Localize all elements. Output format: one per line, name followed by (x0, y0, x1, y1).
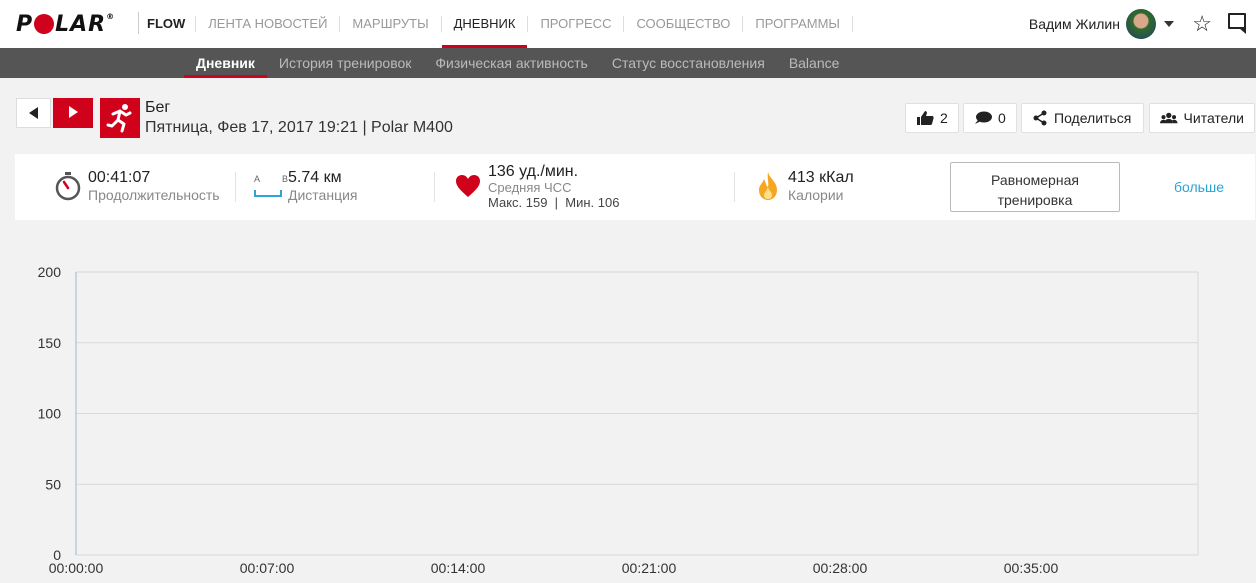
share-label: Поделиться (1054, 110, 1132, 126)
heart-rate-chart[interactable]: 05010015020000:00:00 00:07:00 00:14:00 00:2… (0, 230, 1256, 583)
nav-flow[interactable]: FLOW (147, 0, 195, 48)
user-menu[interactable]: Вадим Жилин (1029, 9, 1174, 39)
stat-divider (434, 172, 435, 202)
main-nav: FLOW ЛЕНТА НОВОСТЕЙ МАРШРУТЫ ДНЕВНИК ПРО… (147, 0, 853, 48)
message-icon[interactable] (1228, 13, 1246, 34)
stat-divider (235, 172, 236, 202)
nav-item-programs[interactable]: ПРОГРАММЫ (743, 0, 852, 48)
workout-type-button[interactable]: Равномерная тренировка (950, 162, 1120, 212)
nav-item-routes[interactable]: МАРШРУТЫ (340, 0, 440, 48)
share-icon (1033, 110, 1047, 126)
heart-rate-value: 136 уд./мин. (488, 163, 579, 180)
nav-item-diary[interactable]: ДНЕВНИК (441, 0, 528, 48)
subnav-item-recovery[interactable]: Статус восстановления (600, 48, 777, 78)
nav-divider (851, 16, 853, 32)
comment-count: 0 (998, 110, 1006, 126)
top-navigation: P LAR® FLOW ЛЕНТА НОВОСТЕЙ МАРШРУТЫ ДНЕВН… (0, 0, 1256, 48)
followers-button[interactable]: Читатели (1149, 103, 1255, 133)
workout-type-line-1: Равномерная (991, 172, 1079, 188)
heart-rate-minmax: Макс. 159 | Мин. 106 (488, 195, 620, 210)
flame-icon (759, 172, 777, 200)
distance-value: 5.74 км (288, 169, 342, 186)
heart-rate-label: Средняя ЧСС (488, 180, 572, 195)
running-icon (100, 98, 140, 138)
calories-label: Калории (788, 187, 844, 203)
session-date: Пятница, Фев 17, 2017 19:21 | Polar M400 (145, 119, 453, 136)
heart-icon (456, 175, 480, 197)
next-session-button[interactable] (53, 98, 93, 128)
x-tick-label: 00:35:00 (1004, 560, 1059, 576)
nav-item-progress[interactable]: ПРОГРЕСС (528, 0, 623, 48)
y-tick-label: 150 (38, 335, 62, 351)
sport-name: Бег (145, 99, 171, 116)
followers-label: Читатели (1183, 110, 1244, 126)
people-icon (1160, 112, 1178, 124)
user-name[interactable]: Вадим Жилин (1029, 16, 1120, 32)
subnav-item-activity[interactable]: Физическая активность (423, 48, 599, 78)
chevron-down-icon[interactable] (1164, 21, 1174, 27)
avatar[interactable] (1126, 9, 1156, 39)
x-tick-label: 00:00:00 (49, 560, 104, 576)
stat-divider (734, 172, 735, 202)
x-tick-label: 00:07:00 (240, 560, 295, 576)
x-tick-label: 00:28:00 (813, 560, 868, 576)
x-tick-label: 00:14:00 (431, 560, 486, 576)
like-count: 2 (940, 110, 948, 126)
subnav-item-diary[interactable]: Дневник (184, 48, 267, 78)
subnav-item-balance[interactable]: Balance (777, 48, 852, 78)
distance-label: Дистанция (288, 187, 358, 203)
polar-logo[interactable]: P LAR® (16, 12, 115, 37)
duration-label: Продолжительность (88, 187, 220, 203)
y-tick-label: 50 (45, 476, 61, 492)
more-link[interactable]: больше (1174, 179, 1224, 195)
duration-value: 00:41:07 (88, 169, 151, 186)
like-button[interactable]: 2 (905, 103, 959, 133)
subnav-item-history[interactable]: История тренировок (267, 48, 423, 78)
y-tick-label: 200 (38, 264, 62, 280)
comment-button[interactable]: 0 (963, 103, 1017, 133)
workout-type-line-2: тренировка (997, 192, 1073, 208)
thumbs-up-icon (917, 111, 934, 125)
calories-value: 413 кКал (788, 169, 854, 186)
star-icon[interactable]: ☆ (1192, 11, 1212, 37)
logo-divider (138, 12, 139, 34)
previous-session-button[interactable] (16, 98, 51, 128)
sub-navigation: Дневник История тренировок Физическая ак… (0, 48, 1256, 78)
x-tick-label: 00:21:00 (622, 560, 677, 576)
ruler-icon (254, 190, 282, 197)
nav-item-feed[interactable]: ЛЕНТА НОВОСТЕЙ (196, 0, 339, 48)
training-summary: 00:41:07 Продолжительность A B 5.74 км Д… (15, 154, 1255, 220)
nav-item-community[interactable]: СООБЩЕСТВО (624, 0, 742, 48)
share-button[interactable]: Поделиться (1021, 103, 1144, 133)
stopwatch-icon (55, 172, 81, 201)
comment-icon (975, 111, 992, 124)
y-tick-label: 100 (38, 406, 62, 422)
